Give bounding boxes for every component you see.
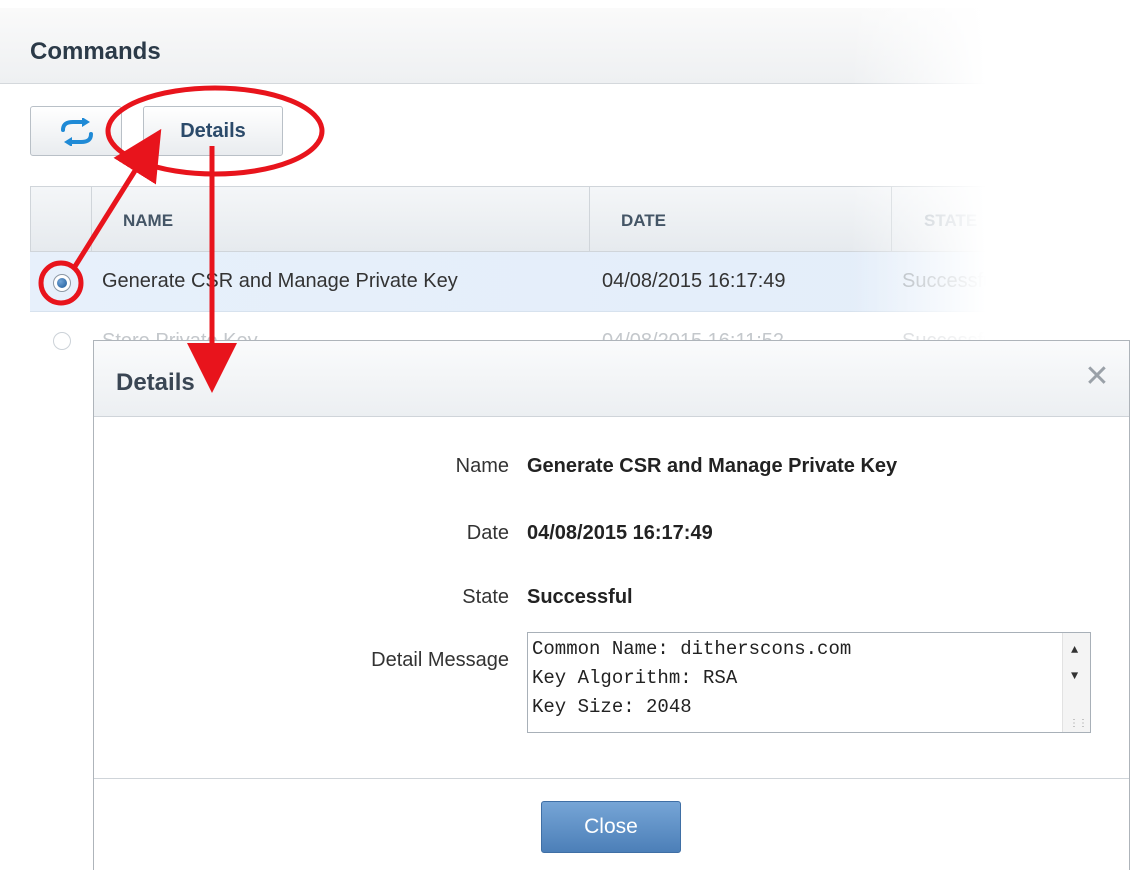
scroll-up-icon[interactable]: ▲ xyxy=(1071,643,1078,657)
close-icon[interactable]: ✕ xyxy=(1083,362,1111,392)
column-separator xyxy=(91,187,92,251)
detail-message-textarea[interactable]: Common Name: ditherscons.com Key Algorit… xyxy=(527,632,1091,733)
dialog-title: Details xyxy=(116,369,195,396)
row-date: 04/08/2015 16:17:49 xyxy=(602,270,786,292)
commands-grid-header: NAME DATE STATE xyxy=(30,186,1010,252)
table-row-selected[interactable]: Generate CSR and Manage Private Key 04/0… xyxy=(30,252,1010,312)
detail-message-line: Common Name: ditherscons.com xyxy=(532,638,852,660)
column-separator xyxy=(589,187,590,251)
column-header-name[interactable]: NAME xyxy=(123,211,173,231)
dialog-footer: Close xyxy=(94,778,1129,871)
detail-message-line: Key Algorithm: RSA xyxy=(532,667,738,689)
commands-title: Commands xyxy=(30,38,161,65)
state-label: State xyxy=(462,586,509,608)
refresh-button[interactable] xyxy=(30,106,122,156)
state-value: Successful xyxy=(527,586,633,608)
dialog-header: Details ✕ xyxy=(94,341,1129,417)
date-value: 04/08/2015 16:17:49 xyxy=(527,522,713,544)
row-state: Successful xyxy=(902,270,999,292)
name-label: Name xyxy=(455,455,509,477)
resize-grip-icon[interactable]: ⋮⋮ xyxy=(1069,718,1088,730)
column-header-state[interactable]: STATE xyxy=(924,211,977,231)
close-button[interactable]: Close xyxy=(541,801,681,853)
row-radio[interactable] xyxy=(53,332,71,350)
column-header-date[interactable]: DATE xyxy=(621,211,666,231)
column-separator xyxy=(891,187,892,251)
row-radio-selected[interactable] xyxy=(53,274,71,292)
name-value: Generate CSR and Manage Private Key xyxy=(527,455,898,477)
detail-message-label: Detail Message xyxy=(371,649,509,671)
details-dialog: Details ✕ Name Generate CSR and Manage P… xyxy=(93,340,1130,871)
commands-panel: Commands Details NAME DATE STATE Generat… xyxy=(0,0,1010,352)
scroll-down-icon[interactable]: ▼ xyxy=(1071,669,1078,683)
textarea-scrollbar[interactable]: ▲ ▼ ⋮⋮ xyxy=(1062,633,1090,732)
refresh-icon xyxy=(61,118,93,146)
commands-header: Commands xyxy=(0,8,1010,84)
row-name: Generate CSR and Manage Private Key xyxy=(102,270,458,292)
detail-message-line: Key Size: 2048 xyxy=(532,696,692,718)
details-button[interactable]: Details xyxy=(143,106,283,156)
date-label: Date xyxy=(466,522,509,544)
